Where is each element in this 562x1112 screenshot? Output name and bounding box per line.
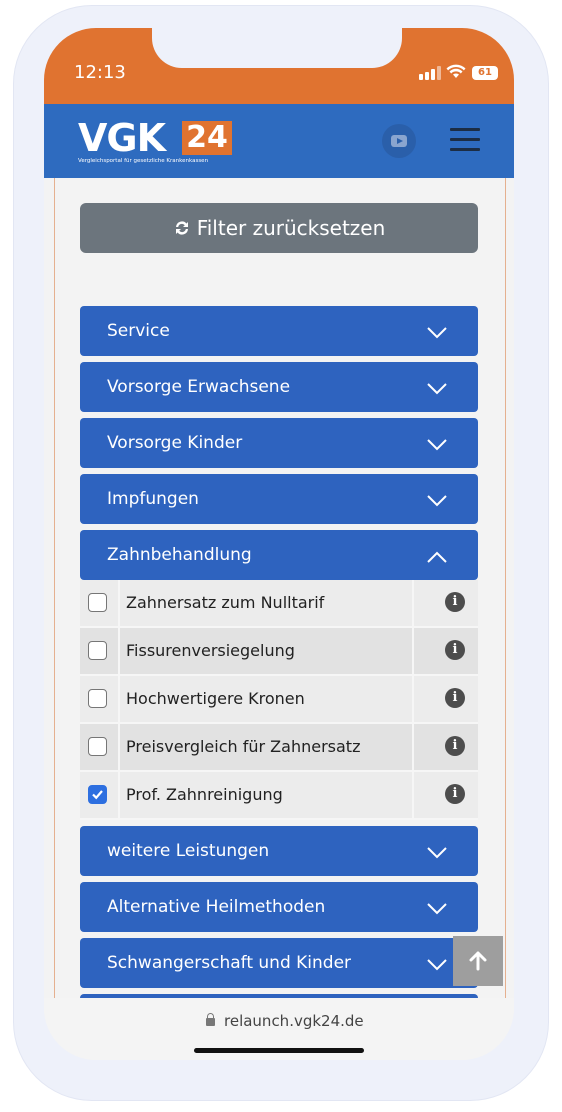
accordion-vorsorge-kinder[interactable]: Vorsorge Kinder [80, 418, 478, 468]
option-label: Preisvergleich für Zahnersatz [126, 737, 361, 756]
info-cell: i [412, 772, 480, 818]
accordion-label: Zahnbehandlung [107, 545, 252, 565]
status-time: 12:13 [74, 62, 126, 83]
filter-panel: Filter zurücksetzen Service Vorsorge Erw… [54, 178, 506, 1004]
menu-bar [450, 148, 480, 151]
accordion-label: Vorsorge Kinder [107, 433, 243, 453]
phone-screen: 12:13 61 VGK 24 Vergleichsportal für ges… [44, 28, 514, 1060]
youtube-button[interactable] [382, 124, 416, 158]
checkbox-cell [80, 628, 120, 674]
battery-icon: 61 [472, 66, 498, 80]
info-icon[interactable]: i [445, 784, 465, 804]
info-cell: i [412, 580, 480, 626]
accordion-label: Service [107, 321, 170, 341]
info-cell: i [412, 628, 480, 674]
checkbox[interactable] [88, 641, 107, 660]
chevron-down-icon [427, 847, 447, 859]
info-icon[interactable]: i [445, 688, 465, 708]
logo-tagline: Vergleichsportal für gesetzliche Kranken… [78, 158, 209, 164]
checkbox-cell [80, 724, 120, 770]
accordion-label: Schwangerschaft und Kinder [107, 953, 352, 973]
status-bar: 12:13 61 [44, 28, 514, 104]
site-header: VGK 24 Vergleichsportal für gesetzliche … [44, 104, 514, 178]
signal-icon [419, 74, 423, 80]
signal-bar [425, 72, 429, 80]
notch [152, 28, 402, 68]
checkbox-cell [80, 676, 120, 722]
option-row: Preisvergleich für Zahnersatz i [80, 724, 478, 772]
chevron-down-icon [427, 495, 447, 507]
option-label: Hochwertigere Kronen [126, 689, 305, 708]
accordion-service[interactable]: Service [80, 306, 478, 356]
checkbox[interactable] [88, 689, 107, 708]
chevron-down-icon [427, 383, 447, 395]
signal-bar [437, 66, 441, 80]
vgk24-logo[interactable]: VGK 24 Vergleichsportal für gesetzliche … [78, 118, 238, 168]
accordion-zahnbehandlung[interactable]: Zahnbehandlung [80, 530, 478, 580]
option-label: Prof. Zahnreinigung [126, 785, 283, 804]
refresh-icon [173, 203, 191, 253]
info-icon[interactable]: i [445, 592, 465, 612]
accordion-label: Impfungen [107, 489, 199, 509]
accordion-label: Alternative Heilmethoden [107, 897, 326, 917]
accordion-vorsorge-erwachsene[interactable]: Vorsorge Erwachsene [80, 362, 478, 412]
logo-text: VGK [78, 116, 166, 160]
accordion-schwangerschaft-und-kinder[interactable]: Schwangerschaft und Kinder [80, 938, 478, 988]
option-row: Fissurenversiegelung i [80, 628, 478, 676]
chevron-down-icon [427, 327, 447, 339]
signal-bar [431, 69, 435, 80]
reset-filter-button[interactable]: Filter zurücksetzen [80, 203, 478, 253]
info-icon[interactable]: i [445, 736, 465, 756]
play-icon [397, 138, 403, 144]
hamburger-menu-button[interactable] [450, 128, 480, 152]
wifi-icon [446, 64, 468, 80]
checkbox-cell [80, 772, 120, 818]
checkbox-cell [80, 580, 120, 626]
chevron-down-icon [427, 959, 447, 971]
info-icon[interactable]: i [445, 640, 465, 660]
info-cell: i [412, 724, 480, 770]
info-cell: i [412, 676, 480, 722]
url-text: relaunch.vgk24.de [224, 1012, 364, 1030]
option-label: Zahnersatz zum Nulltarif [126, 593, 325, 612]
accordion-alternative-heilmethoden[interactable]: Alternative Heilmethoden [80, 882, 478, 932]
accordion-weitere-leistungen[interactable]: weitere Leistungen [80, 826, 478, 876]
checkmark-icon [92, 790, 103, 800]
accordion-impfungen[interactable]: Impfungen [80, 474, 478, 524]
checkbox[interactable] [88, 737, 107, 756]
scroll-to-top-button[interactable] [453, 936, 503, 986]
option-label: Fissurenversiegelung [126, 641, 295, 660]
chevron-down-icon [427, 439, 447, 451]
option-row: Zahnersatz zum Nulltarif i [80, 580, 478, 628]
logo-number: 24 [182, 121, 232, 155]
menu-bar [450, 138, 480, 141]
menu-bar [450, 128, 480, 131]
accordion-label: weitere Leistungen [107, 841, 270, 861]
chevron-down-icon [427, 903, 447, 915]
reset-filter-label: Filter zurücksetzen [196, 216, 386, 240]
lock-icon [206, 1013, 215, 1026]
option-row: Prof. Zahnreinigung i [80, 772, 478, 820]
home-indicator[interactable] [194, 1048, 364, 1053]
checkbox[interactable] [88, 593, 107, 612]
accordion-label: Vorsorge Erwachsene [107, 377, 291, 397]
checkbox-checked[interactable] [88, 785, 107, 804]
browser-url-bar[interactable]: relaunch.vgk24.de [44, 998, 514, 1060]
option-row: Hochwertigere Kronen i [80, 676, 478, 724]
chevron-up-icon [427, 551, 447, 563]
arrow-up-icon [469, 951, 487, 971]
